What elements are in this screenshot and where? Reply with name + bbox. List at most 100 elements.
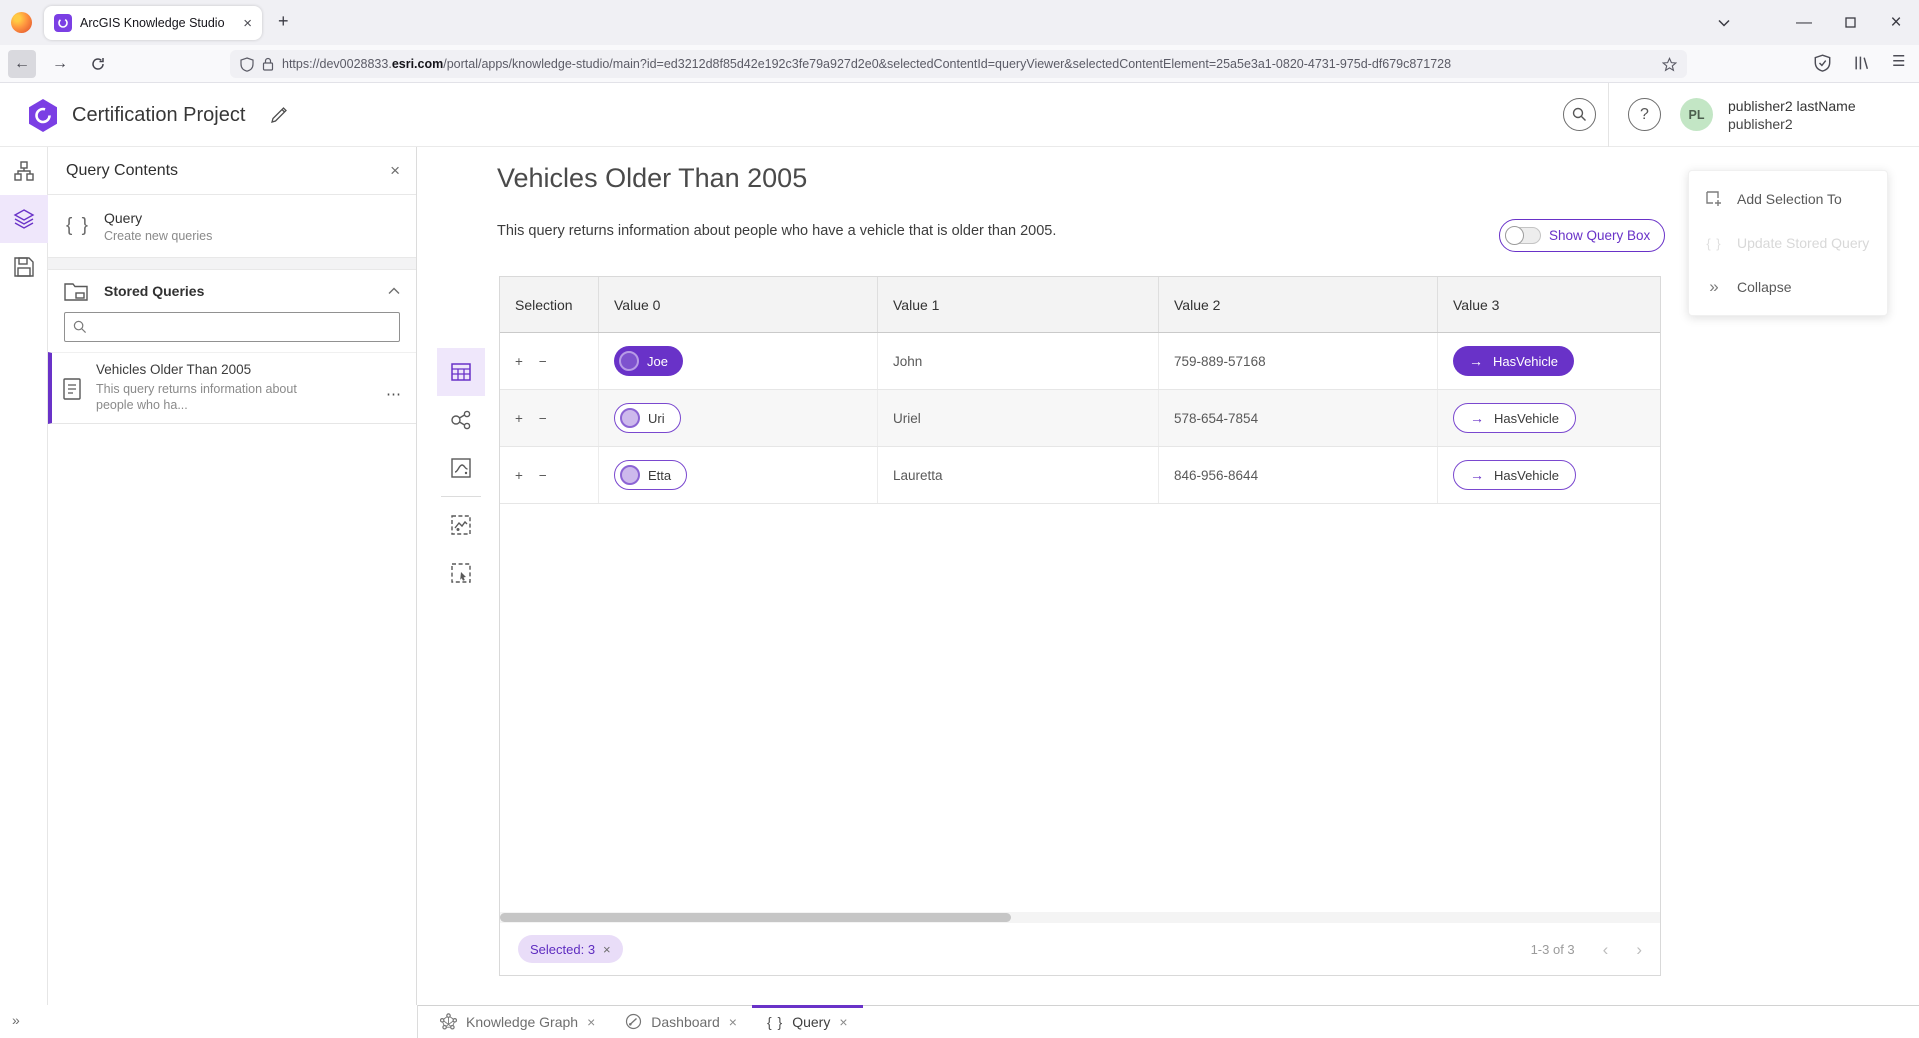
entity-pill[interactable]: Joe bbox=[614, 346, 683, 376]
query-contents-panel: Query Contents × { } Query Create new qu… bbox=[48, 147, 417, 1038]
chart-view-button[interactable] bbox=[437, 444, 485, 492]
select-add-button[interactable]: + bbox=[515, 468, 523, 483]
show-query-box-label: Show Query Box bbox=[1549, 228, 1650, 243]
menu-item-add-selection-to[interactable]: Add Selection To bbox=[1689, 177, 1887, 221]
entity-dot-icon bbox=[619, 351, 639, 371]
select-remove-button[interactable]: − bbox=[539, 354, 547, 369]
lock-icon[interactable] bbox=[262, 57, 274, 71]
tab-close-icon[interactable]: × bbox=[243, 16, 252, 31]
browser-tab[interactable]: ArcGIS Knowledge Studio × bbox=[44, 6, 262, 40]
horizontal-scrollbar[interactable] bbox=[500, 912, 1660, 923]
column-header-value0[interactable]: Value 0 bbox=[599, 277, 878, 332]
browser-window: ArcGIS Knowledge Studio × + — × ← → http… bbox=[0, 0, 1919, 1038]
cell-value2[interactable]: 578-654-7854 bbox=[1159, 390, 1438, 446]
page-previous-icon[interactable]: ‹ bbox=[1603, 941, 1609, 958]
selected-count-chip[interactable]: Selected: 3 × bbox=[518, 935, 623, 963]
link-chart-view-button[interactable] bbox=[437, 396, 485, 444]
column-header-value2[interactable]: Value 2 bbox=[1159, 277, 1438, 332]
project-title: Certification Project bbox=[72, 83, 245, 147]
window-maximize-button[interactable] bbox=[1828, 0, 1872, 45]
select-add-button[interactable]: + bbox=[515, 411, 523, 426]
cell-value1[interactable]: Uriel bbox=[878, 390, 1159, 446]
entity-pill[interactable]: Etta bbox=[614, 460, 687, 490]
column-header-value3[interactable]: Value 3 bbox=[1438, 277, 1660, 332]
tab-close-icon[interactable]: × bbox=[729, 1014, 737, 1030]
back-button[interactable]: ← bbox=[8, 50, 36, 78]
arcgis-favicon-icon bbox=[54, 14, 72, 32]
relationship-pill[interactable]: →HasVehicle bbox=[1453, 403, 1576, 433]
search-input[interactable] bbox=[93, 320, 391, 335]
hamburger-menu-icon[interactable]: ☰ bbox=[1892, 52, 1905, 70]
left-rail bbox=[0, 147, 48, 1038]
expand-double-chevron-icon[interactable]: » bbox=[12, 1012, 20, 1028]
user-name-line1: publisher2 lastName bbox=[1728, 97, 1856, 115]
library-icon[interactable] bbox=[1853, 54, 1870, 72]
toggle-switch[interactable] bbox=[1505, 227, 1541, 244]
tab-label: Knowledge Graph bbox=[466, 1014, 578, 1030]
address-bar[interactable]: https://dev0028833.esri.com/portal/apps/… bbox=[230, 50, 1687, 78]
tab-dashboard[interactable]: Dashboard × bbox=[610, 1005, 752, 1038]
tab-knowledge-graph[interactable]: Knowledge Graph × bbox=[425, 1005, 610, 1038]
select-remove-button[interactable]: − bbox=[539, 411, 547, 426]
section-divider bbox=[48, 257, 416, 270]
window-close-button[interactable]: × bbox=[1874, 0, 1918, 45]
cell-value1[interactable]: John bbox=[878, 333, 1159, 389]
rail-save-button[interactable] bbox=[0, 243, 48, 291]
rail-data-model-button[interactable] bbox=[0, 147, 48, 195]
user-name[interactable]: publisher2 lastName publisher2 bbox=[1728, 97, 1856, 133]
relationship-pill[interactable]: →HasVehicle bbox=[1453, 346, 1574, 376]
relationship-pill[interactable]: →HasVehicle bbox=[1453, 460, 1576, 490]
selection-context-menu: Add Selection To { } Update Stored Query… bbox=[1688, 170, 1888, 316]
tab-query[interactable]: { } Query × bbox=[752, 1005, 863, 1038]
menu-item-update-stored-query[interactable]: { } Update Stored Query bbox=[1689, 221, 1887, 265]
scrollbar-thumb[interactable] bbox=[500, 913, 1011, 922]
folder-icon bbox=[64, 280, 88, 302]
table-row[interactable]: + − Uri Uriel 578-654-7854 →HasVehicle bbox=[500, 390, 1660, 447]
user-avatar[interactable]: PL bbox=[1680, 98, 1713, 131]
show-query-box-toggle[interactable]: Show Query Box bbox=[1499, 219, 1665, 252]
knowledge-graph-icon bbox=[440, 1013, 457, 1030]
bookmark-star-icon[interactable] bbox=[1662, 57, 1677, 72]
firefox-icon[interactable] bbox=[11, 12, 32, 33]
relationship-label: HasVehicle bbox=[1494, 411, 1559, 426]
rail-contents-button[interactable] bbox=[0, 195, 48, 243]
url-text[interactable]: https://dev0028833.esri.com/portal/apps/… bbox=[282, 57, 1654, 71]
column-header-selection[interactable]: Selection bbox=[500, 277, 599, 332]
search-button[interactable] bbox=[1563, 98, 1596, 131]
stored-queries-search[interactable] bbox=[64, 312, 400, 342]
query-item[interactable]: { } Query Create new queries bbox=[48, 195, 416, 257]
window-minimize-button[interactable]: — bbox=[1782, 0, 1826, 45]
cell-value1[interactable]: Lauretta bbox=[878, 447, 1159, 503]
tab-close-icon[interactable]: × bbox=[587, 1014, 595, 1030]
forward-button[interactable]: → bbox=[46, 50, 74, 78]
new-tab-button[interactable]: + bbox=[278, 11, 289, 32]
column-header-value1[interactable]: Value 1 bbox=[878, 277, 1159, 332]
cell-value2[interactable]: 759-889-57168 bbox=[1159, 333, 1438, 389]
account-shield-icon[interactable] bbox=[1814, 54, 1831, 72]
stored-queries-header[interactable]: Stored Queries bbox=[48, 270, 416, 311]
shield-icon[interactable] bbox=[240, 57, 254, 72]
app-header: Certification Project ? PL publisher2 la… bbox=[0, 83, 1919, 147]
table-view-button[interactable] bbox=[437, 348, 485, 396]
panel-title: Query Contents bbox=[66, 162, 390, 180]
table-row[interactable]: + − Etta Lauretta 846-956-8644 →HasVehic… bbox=[500, 447, 1660, 504]
panel-close-icon[interactable]: × bbox=[390, 161, 400, 181]
clear-selection-icon[interactable]: × bbox=[603, 942, 611, 957]
page-next-icon[interactable]: › bbox=[1636, 941, 1642, 958]
edit-pencil-icon[interactable] bbox=[270, 105, 289, 124]
selection-tools-button[interactable] bbox=[437, 549, 485, 597]
select-add-button[interactable]: + bbox=[515, 354, 523, 369]
reload-button[interactable] bbox=[84, 50, 112, 78]
chevron-up-icon[interactable] bbox=[388, 287, 400, 295]
list-tabs-chevron-icon[interactable] bbox=[1702, 0, 1746, 45]
stored-query-list-item[interactable]: Vehicles Older Than 2005 This query retu… bbox=[48, 352, 416, 424]
menu-item-collapse[interactable]: » Collapse bbox=[1689, 265, 1887, 309]
cell-value2[interactable]: 846-956-8644 bbox=[1159, 447, 1438, 503]
entity-pill[interactable]: Uri bbox=[614, 403, 681, 433]
map-view-button[interactable] bbox=[437, 501, 485, 549]
stored-query-options-icon[interactable]: ⋯ bbox=[386, 385, 402, 403]
help-button[interactable]: ? bbox=[1628, 98, 1661, 131]
select-remove-button[interactable]: − bbox=[539, 468, 547, 483]
table-row[interactable]: + − Joe John 759-889-57168 →HasVehicle bbox=[500, 333, 1660, 390]
tab-close-icon[interactable]: × bbox=[839, 1014, 847, 1030]
